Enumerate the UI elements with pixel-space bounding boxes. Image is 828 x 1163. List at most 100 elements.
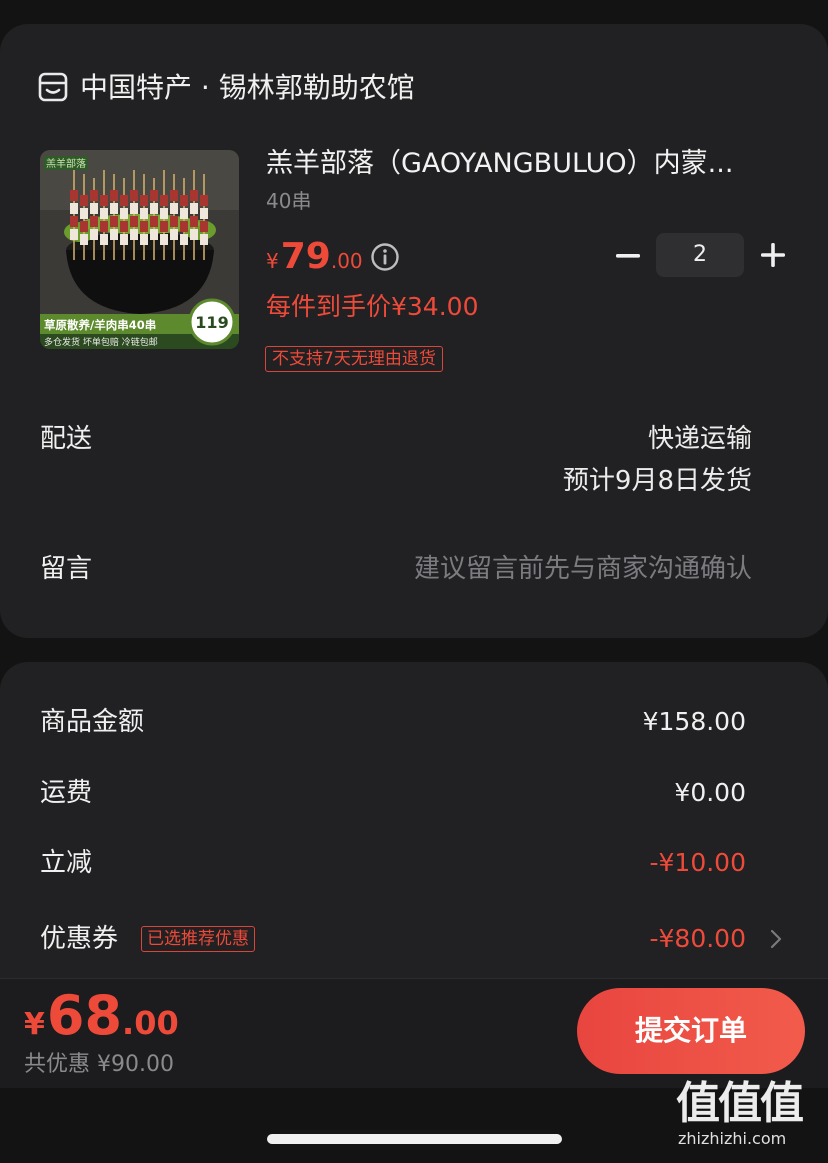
skewer-meat	[140, 195, 148, 206]
price-symbol: ¥	[266, 249, 279, 273]
skewer-meat	[80, 234, 88, 245]
skewer-meat	[120, 195, 128, 206]
delivery-label: 配送	[40, 424, 93, 454]
skewer-meat	[170, 216, 178, 227]
skewer-meat	[110, 203, 118, 214]
skewer-meat	[200, 221, 208, 232]
decrease-quantity-button[interactable]	[612, 240, 644, 272]
skewer-meat	[110, 229, 118, 240]
skewer-meat	[190, 229, 198, 240]
skewer-meat	[100, 208, 108, 219]
skewer-meat	[80, 221, 88, 232]
product-image[interactable]: 羔羊部落 草原散养/羊肉串40串 多仓发货 坏单包赔 冷链包邮 119	[40, 150, 239, 349]
discount-value: -¥10.00	[649, 848, 747, 877]
skewer-meat	[120, 234, 128, 245]
skewer-meat	[110, 216, 118, 227]
skewer-meat	[130, 203, 138, 214]
increase-quantity-button[interactable]	[758, 240, 788, 270]
skewer-meat	[70, 203, 78, 214]
image-brand-text: 羔羊部落	[46, 157, 86, 170]
skewer-meat	[200, 234, 208, 245]
skewer-meat	[90, 203, 98, 214]
quantity-stepper[interactable]: 2	[656, 233, 744, 277]
watermark-url: zhizhizhi.com	[678, 1129, 787, 1148]
shop-name[interactable]: 中国特产 · 锡林郭勒助农馆	[80, 70, 415, 106]
skewer-meat	[70, 190, 78, 201]
skewer-meat	[160, 221, 168, 232]
skewer-meat	[150, 229, 158, 240]
product-spec: 40串	[266, 189, 312, 213]
discount-label: 立减	[40, 848, 93, 878]
skewer-meat	[180, 234, 188, 245]
store-icon	[38, 72, 68, 102]
skewer-meat	[200, 195, 208, 206]
skewer-meat	[190, 203, 198, 214]
skewer-meat	[150, 203, 158, 214]
home-indicator[interactable]	[267, 1134, 562, 1144]
skewer-meat	[80, 208, 88, 219]
skewer-meat	[190, 216, 198, 227]
skewer-meat	[160, 195, 168, 206]
skewer-meat	[140, 221, 148, 232]
product-price: ¥ 79 .00	[266, 236, 363, 280]
skewer-meat	[100, 234, 108, 245]
skewer-meat	[100, 221, 108, 232]
return-policy-badge: 不支持7天无理由退货	[265, 346, 443, 372]
skewer-meat	[170, 190, 178, 201]
shipping-label: 运费	[40, 778, 93, 808]
skewer-meat	[170, 229, 178, 240]
total-integer: 68	[46, 984, 123, 1047]
goods-amount-value: ¥158.00	[642, 707, 746, 736]
skewer-meat	[90, 190, 98, 201]
note-input[interactable]	[272, 552, 752, 586]
skewer-meat	[130, 190, 138, 201]
total-price: ¥ 68 .00	[24, 984, 179, 1047]
price-integer: 79	[280, 236, 331, 277]
note-label: 留言	[40, 554, 93, 584]
skewer-meat	[140, 234, 148, 245]
image-badge-number: 119	[195, 313, 228, 332]
delivery-method[interactable]: 快递运输	[648, 422, 752, 456]
skewer-meat	[190, 190, 198, 201]
skewer-meat	[100, 195, 108, 206]
coupon-badge: 已选推荐优惠	[141, 926, 255, 952]
watermark: 值值值 zhizhizhi.com	[676, 1080, 816, 1160]
skewer-meat	[70, 229, 78, 240]
skewer-meat	[110, 190, 118, 201]
skewer-meat	[90, 216, 98, 227]
price-decimal: .00	[330, 249, 363, 273]
skewer-meat	[140, 208, 148, 219]
skewer-meat	[80, 195, 88, 206]
total-decimal: .00	[122, 1004, 179, 1042]
skewer-meat	[160, 208, 168, 219]
submit-order-button[interactable]: 提交订单	[577, 988, 805, 1074]
info-icon[interactable]	[370, 242, 400, 272]
watermark-logo: 值值值	[676, 1078, 804, 1129]
skewer-meat	[70, 216, 78, 227]
skewer-meat	[150, 190, 158, 201]
image-footer-text: 多仓发货 坏单包赔 冷链包邮	[44, 336, 158, 348]
total-symbol: ¥	[24, 1007, 45, 1042]
skewer-meat	[170, 203, 178, 214]
skewer-meat	[180, 221, 188, 232]
goods-amount-label: 商品金额	[40, 707, 145, 737]
skewer-meat	[130, 216, 138, 227]
skewer-meat	[160, 234, 168, 245]
skewer-meat	[120, 208, 128, 219]
unit-price: 每件到手价¥34.00	[266, 292, 479, 321]
coupon-value[interactable]: -¥80.00	[650, 922, 747, 956]
coupon-label[interactable]: 优惠券	[40, 922, 118, 956]
skewer-meat	[180, 195, 188, 206]
shipping-value: ¥0.00	[674, 778, 746, 807]
skewer-meat	[150, 216, 158, 227]
skewer-meat	[200, 208, 208, 219]
image-banner-text: 草原散养/羊肉串40串	[44, 318, 156, 332]
skewer-meat	[130, 229, 138, 240]
skewer-meat	[90, 229, 98, 240]
product-photo: 羔羊部落 草原散养/羊肉串40串 多仓发货 坏单包赔 冷链包邮 119	[40, 150, 239, 349]
total-saved: 共优惠 ¥90.00	[24, 1052, 174, 1077]
product-title[interactable]: 羔羊部落（GAOYANGBULUO）内蒙...	[266, 146, 786, 182]
skewer-meat	[180, 208, 188, 219]
chevron-right-icon[interactable]	[768, 926, 784, 952]
delivery-eta: 预计9月8日发货	[562, 466, 752, 496]
